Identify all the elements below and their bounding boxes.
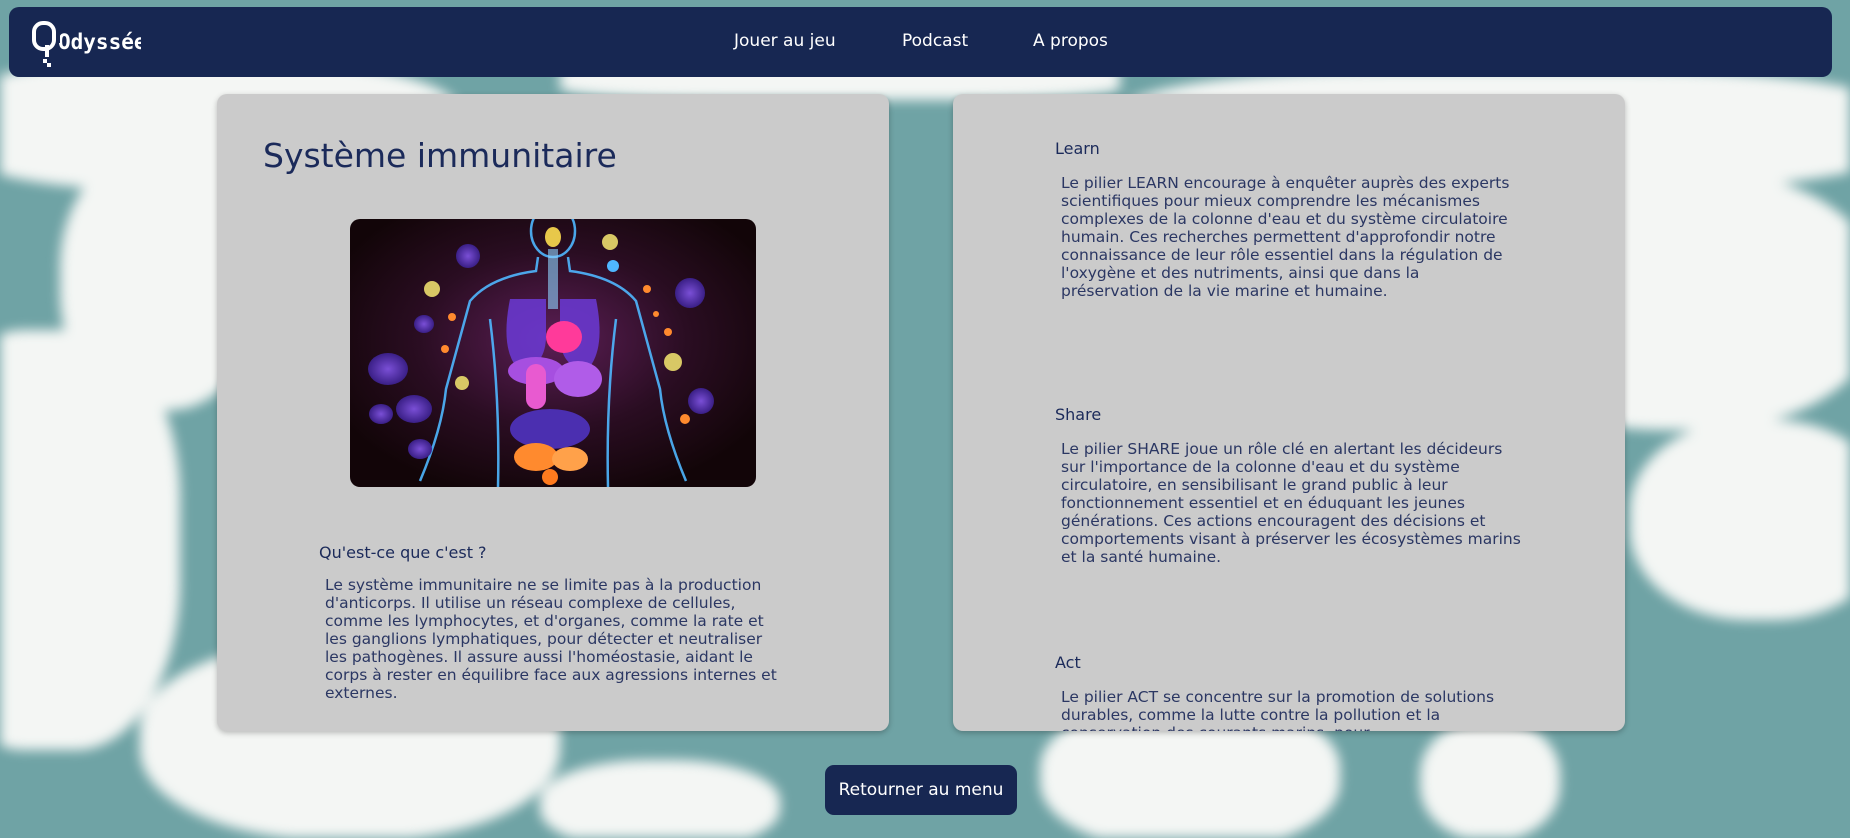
what-is-it-heading: Qu'est-ce que c'est ? bbox=[319, 543, 487, 562]
share-heading: Share bbox=[1055, 405, 1102, 424]
nav-links: Jouer au jeu Podcast A propos bbox=[9, 7, 1832, 77]
page-title: Système immunitaire bbox=[263, 136, 617, 175]
nav-play-game[interactable]: Jouer au jeu bbox=[734, 31, 836, 51]
act-text: Le pilier ACT se concentre sur la promot… bbox=[1061, 688, 1495, 731]
nav-about[interactable]: A propos bbox=[1033, 31, 1108, 51]
share-text: Le pilier SHARE joue un rôle clé en aler… bbox=[1061, 440, 1521, 566]
topic-card: Système immunitaire Qu'est-ce que c'est … bbox=[217, 94, 889, 731]
immune-system-illustration bbox=[350, 219, 756, 487]
learn-text: Le pilier LEARN encourage à enquêter aup… bbox=[1061, 174, 1510, 300]
act-heading: Act bbox=[1055, 653, 1081, 672]
learn-heading: Learn bbox=[1055, 139, 1100, 158]
pillars-card: Learn Le pilier LEARN encourage à enquêt… bbox=[953, 94, 1625, 731]
nav-podcast[interactable]: Podcast bbox=[902, 31, 968, 51]
what-is-it-text: Le système immunitaire ne se limite pas … bbox=[325, 576, 777, 702]
back-to-menu-button[interactable]: Retourner au menu bbox=[825, 765, 1017, 815]
top-navbar: Odyssée Jouer au jeu Podcast A propos bbox=[9, 7, 1832, 77]
